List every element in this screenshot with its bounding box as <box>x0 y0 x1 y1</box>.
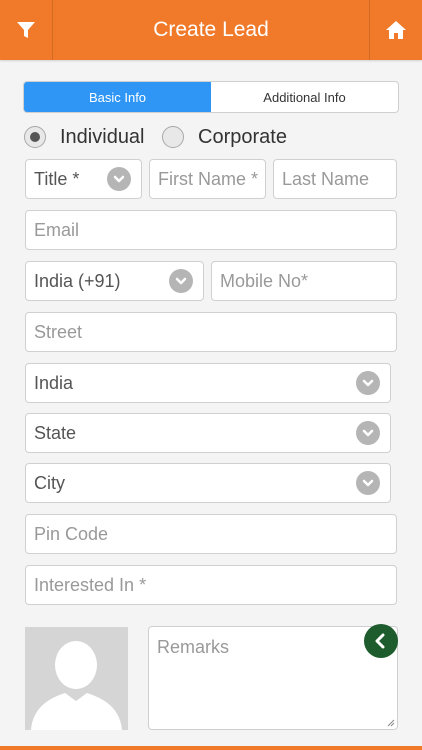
home-icon <box>386 21 406 39</box>
radio-individual-label: Individual <box>60 125 145 148</box>
remarks-placeholder: Remarks <box>157 637 230 657</box>
filter-button[interactable] <box>0 0 53 60</box>
title-select[interactable]: Title * <box>25 159 142 199</box>
radio-corporate[interactable]: Corporate <box>162 124 287 150</box>
chevron-down-icon <box>356 421 380 445</box>
person-placeholder-icon <box>31 641 122 730</box>
filter-icon <box>17 22 35 38</box>
home-button[interactable] <box>369 0 422 60</box>
state-select-value: State <box>34 422 77 443</box>
app-header: Create Lead <box>0 0 422 60</box>
radio-unselected-icon <box>162 126 184 148</box>
first-name-input[interactable]: First Name * <box>149 159 266 199</box>
title-select-value: Title * <box>34 168 80 189</box>
back-button[interactable] <box>364 624 398 658</box>
pin-code-input[interactable]: Pin Code <box>25 514 397 554</box>
state-select[interactable]: State <box>25 413 391 453</box>
email-input[interactable]: Email <box>25 210 397 250</box>
country-select-value: India <box>34 372 74 393</box>
chevron-down-icon <box>356 471 380 495</box>
form-tabs: Basic Info Additional Info <box>23 81 399 113</box>
city-select-value: City <box>34 472 65 493</box>
tab-basic-info[interactable]: Basic Info <box>24 82 211 112</box>
last-name-input[interactable]: Last Name <box>273 159 397 199</box>
city-select[interactable]: City <box>25 463 391 503</box>
bottom-accent-bar <box>0 746 422 750</box>
avatar[interactable] <box>25 627 128 730</box>
resize-handle-icon[interactable] <box>385 717 395 727</box>
radio-corporate-label: Corporate <box>198 125 287 148</box>
interested-in-input[interactable]: Interested In * <box>25 565 397 605</box>
tab-additional-info[interactable]: Additional Info <box>211 82 398 112</box>
radio-selected-icon <box>24 126 46 148</box>
chevron-left-icon <box>375 633 385 649</box>
remarks-textarea[interactable]: Remarks <box>148 626 398 730</box>
page-title: Create Lead <box>153 18 269 41</box>
chevron-down-icon <box>356 371 380 395</box>
street-input[interactable]: Street <box>25 312 397 352</box>
radio-individual[interactable]: Individual <box>24 124 145 150</box>
mobile-input[interactable]: Mobile No* <box>211 261 397 301</box>
chevron-down-icon <box>107 167 131 191</box>
country-select[interactable]: India <box>25 363 391 403</box>
chevron-down-icon <box>169 269 193 293</box>
country-code-value: India (+91) <box>34 270 121 291</box>
country-code-select[interactable]: India (+91) <box>25 261 204 301</box>
